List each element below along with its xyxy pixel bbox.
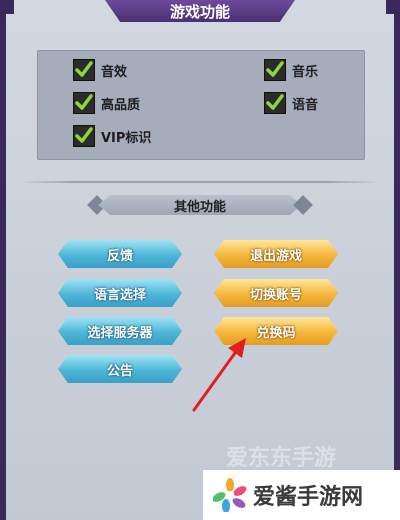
button-label: 退出游戏 (249, 248, 302, 264)
flower-logo-icon (213, 478, 247, 512)
check-icon[interactable] (264, 92, 286, 114)
option-label: 音效 (101, 64, 128, 80)
select-server-button[interactable]: 选择服务器 (58, 317, 182, 345)
option-label: 语音 (292, 97, 319, 113)
watermark-brand-text: 爱酱手游网 (253, 485, 364, 510)
watermark-faint-text: 爱东东手游 (226, 446, 337, 471)
option-music[interactable]: 音乐 (264, 59, 318, 81)
other-functions-banner: 其他功能 (86, 193, 314, 217)
notice-button[interactable]: 公告 (58, 355, 182, 383)
button-label: 选择服务器 (87, 325, 153, 341)
check-icon[interactable] (73, 59, 95, 81)
button-label: 反馈 (106, 248, 133, 264)
section-title: 其他功能 (173, 199, 226, 215)
feedback-button[interactable]: 反馈 (58, 240, 182, 268)
check-icon[interactable] (73, 92, 95, 114)
option-sound-effects[interactable]: 音效 (73, 59, 127, 81)
dialog-title-banner: 游戏功能 (105, 0, 295, 22)
button-label: 兑换码 (256, 325, 296, 341)
button-label: 语言选择 (93, 287, 146, 303)
dialog-title: 游戏功能 (169, 2, 230, 21)
watermark-badge: 爱酱手游网 (203, 470, 400, 520)
frame-corner-right (386, 0, 400, 14)
section-divider (20, 181, 380, 183)
option-vip-badge[interactable]: VIP标识 (73, 125, 151, 147)
button-label: 公告 (106, 363, 133, 379)
exit-game-button[interactable]: 退出游戏 (214, 240, 338, 268)
language-select-button[interactable]: 语言选择 (58, 279, 182, 307)
switch-account-button[interactable]: 切换账号 (214, 279, 338, 307)
option-label: 高品质 (101, 97, 141, 113)
option-label: VIP标识 (101, 130, 152, 146)
frame-corner-left (0, 0, 14, 14)
annotation-arrow-icon (192, 338, 246, 412)
ornament-icon (293, 195, 313, 215)
button-label: 切换账号 (249, 287, 302, 303)
option-high-quality[interactable]: 高品质 (73, 92, 140, 114)
check-icon[interactable] (73, 125, 95, 147)
option-voice[interactable]: 语音 (264, 92, 318, 114)
check-icon[interactable] (264, 59, 286, 81)
option-label: 音乐 (292, 64, 319, 80)
